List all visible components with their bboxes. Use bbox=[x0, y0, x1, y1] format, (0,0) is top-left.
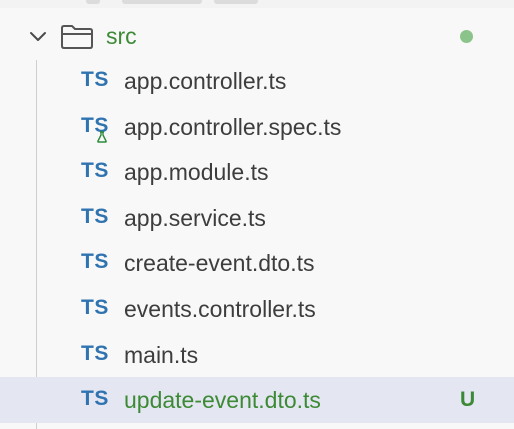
typescript-file-icon: TS bbox=[81, 295, 109, 319]
clipped-fragment bbox=[122, 0, 202, 4]
typescript-file-icon: TS bbox=[81, 68, 109, 91]
file-item-update-event-dto[interactable]: TS update-event.dto.ts U bbox=[0, 377, 514, 423]
typescript-file-icon: TS bbox=[81, 250, 109, 274]
file-label: app.controller.ts bbox=[124, 68, 287, 94]
file-label: events.controller.ts bbox=[124, 295, 316, 322]
file-list: TS app.controller.ts TS app.controller.s… bbox=[0, 58, 514, 423]
file-item-app-service[interactable]: TS app.service.ts bbox=[0, 195, 514, 241]
clipped-fragment bbox=[214, 0, 258, 4]
file-item-app-module[interactable]: TS app.module.ts bbox=[0, 149, 514, 195]
typescript-file-icon: TS bbox=[81, 341, 109, 365]
file-label: create-event.dto.ts bbox=[124, 250, 315, 277]
chevron-down-icon[interactable] bbox=[28, 26, 48, 46]
git-status-dot bbox=[460, 30, 473, 43]
file-item-app-controller-spec[interactable]: TS app.controller.spec.ts bbox=[0, 104, 514, 150]
file-label: app.controller.spec.ts bbox=[124, 113, 342, 140]
file-label: app.module.ts bbox=[124, 159, 269, 186]
file-label: main.ts bbox=[124, 341, 199, 368]
clipped-row-above bbox=[0, 0, 514, 8]
folder-src[interactable]: src bbox=[0, 14, 514, 58]
typescript-file-icon: TS bbox=[81, 204, 109, 228]
file-label: app.service.ts bbox=[124, 204, 266, 231]
folder-open-icon bbox=[61, 25, 93, 49]
folder-label: src bbox=[106, 23, 137, 49]
file-item-events-controller[interactable]: TS events.controller.ts bbox=[0, 286, 514, 332]
file-label: update-event.dto.ts bbox=[124, 387, 321, 414]
flask-icon bbox=[97, 130, 107, 143]
typescript-file-icon: TS bbox=[81, 159, 109, 183]
typescript-file-icon: TS bbox=[81, 387, 109, 411]
file-item-app-controller[interactable]: TS app.controller.ts bbox=[0, 58, 514, 104]
file-item-main[interactable]: TS main.ts bbox=[0, 332, 514, 378]
clipped-fragment bbox=[86, 0, 100, 4]
file-item-create-event-dto[interactable]: TS create-event.dto.ts bbox=[0, 240, 514, 286]
git-status-untracked: U bbox=[460, 388, 476, 412]
